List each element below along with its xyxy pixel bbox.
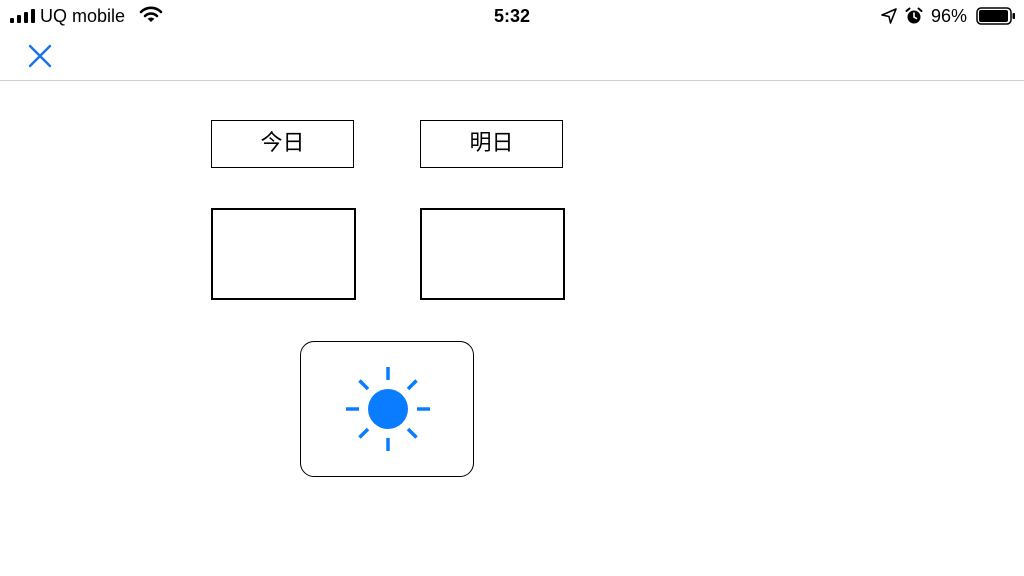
close-icon: [28, 44, 52, 68]
close-button[interactable]: [26, 42, 54, 70]
today-weather-box: [211, 208, 356, 300]
tomorrow-weather-box: [420, 208, 565, 300]
battery-icon: [976, 7, 1015, 25]
status-time: 5:32: [493, 6, 531, 26]
weather-button[interactable]: [300, 341, 474, 477]
sun-icon: [346, 367, 430, 451]
today-label-button[interactable]: 今日: [211, 120, 354, 168]
status-bar: UQ mobile 5:32 96%: [0, 0, 1024, 32]
location-icon: [881, 8, 897, 24]
battery-percent: 96%: [931, 6, 968, 26]
nav-bar: [0, 32, 1024, 81]
alarm-icon: [905, 7, 923, 24]
tomorrow-label-button[interactable]: 明日: [420, 120, 563, 168]
